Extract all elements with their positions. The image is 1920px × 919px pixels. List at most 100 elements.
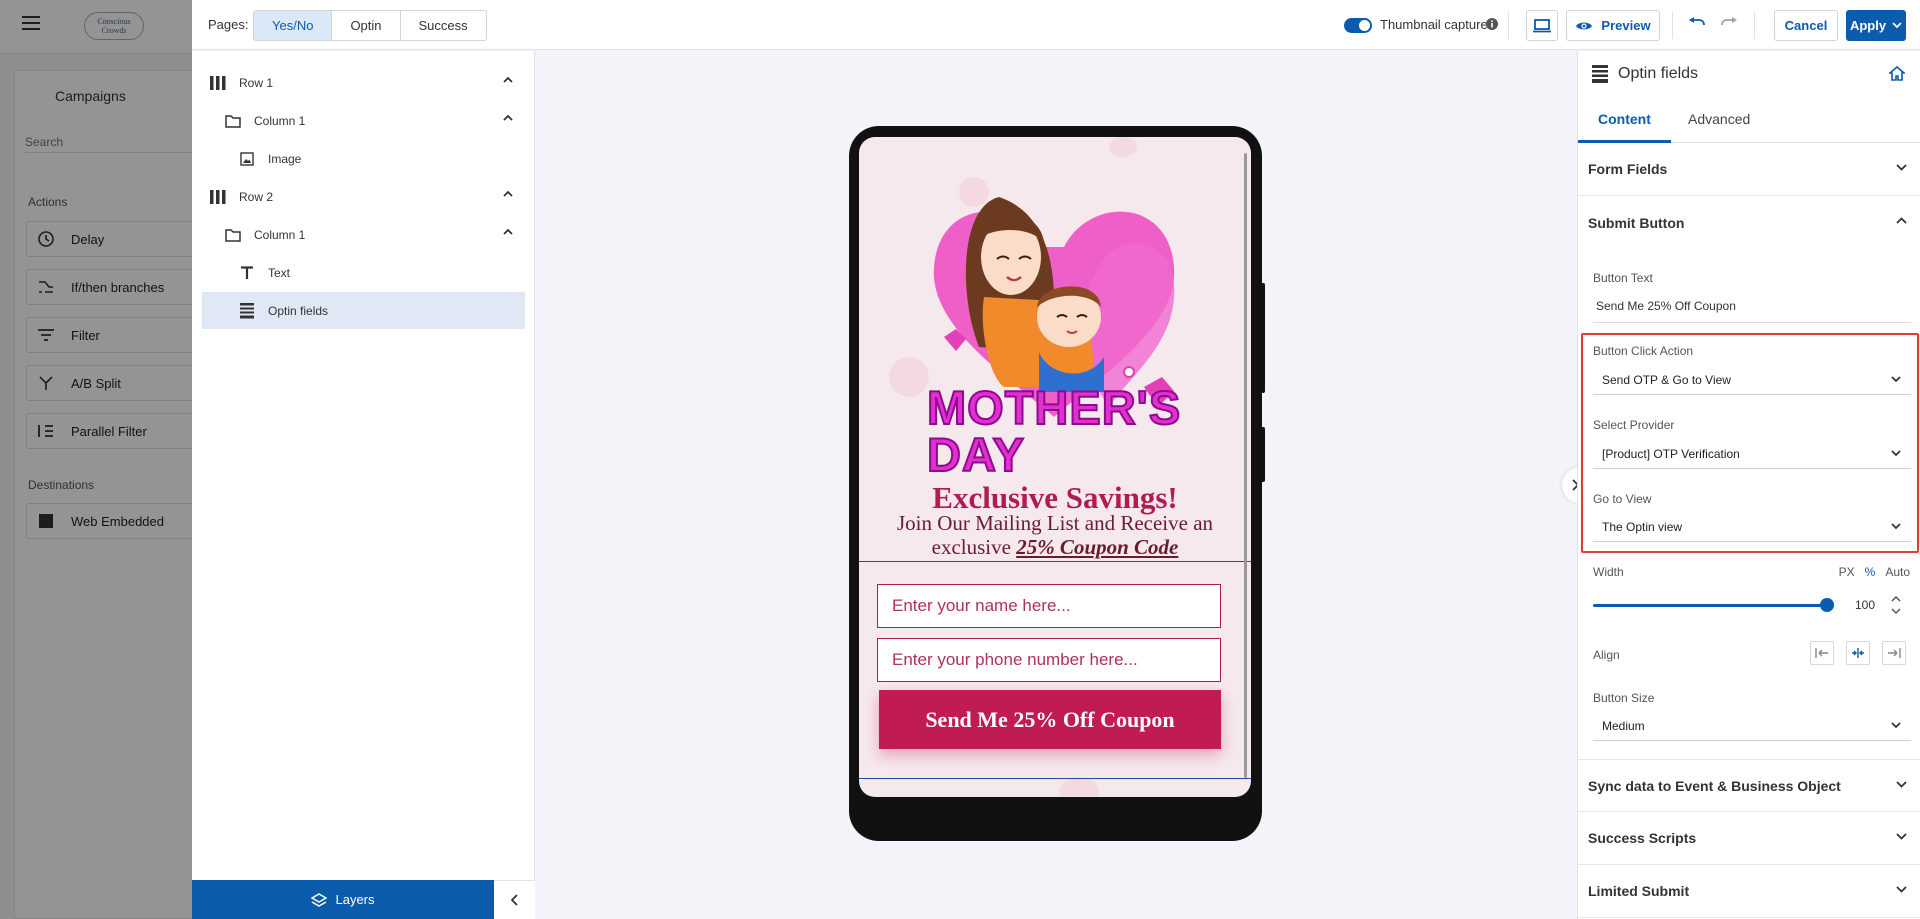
chevron-down-icon — [1891, 722, 1901, 729]
name-input[interactable]: Enter your name here... — [877, 584, 1221, 628]
width-slider-handle[interactable] — [1820, 598, 1834, 612]
form-icon — [238, 302, 256, 320]
section-title: Submit Button — [1588, 214, 1685, 231]
stepper-icon[interactable] — [1891, 594, 1901, 616]
layers-icon — [311, 892, 328, 907]
decor-petal — [1109, 137, 1137, 157]
redo-icon[interactable] — [1720, 17, 1738, 29]
width-slider-track[interactable] — [1593, 604, 1828, 607]
button-size-select[interactable]: Medium — [1593, 711, 1911, 741]
layer-image[interactable]: Image — [202, 140, 525, 177]
subtext: Join Our Mailing List and Receive an exc… — [873, 511, 1237, 559]
folder-icon — [224, 112, 242, 130]
section-title: Limited Submit — [1588, 883, 1690, 899]
unit-auto[interactable]: Auto — [1885, 565, 1910, 579]
chevron-down-icon — [1896, 781, 1907, 788]
divider — [1593, 322, 1911, 323]
layer-text[interactable]: Text — [202, 254, 525, 291]
properties-tabs: Content Advanced — [1578, 96, 1920, 143]
optin-form: Enter your name here... Enter your phone… — [859, 561, 1251, 779]
layer-label: Text — [268, 265, 291, 280]
layer-label: Column 1 — [254, 227, 306, 242]
align-label: Align — [1593, 648, 1620, 662]
apply-button[interactable]: Apply — [1846, 10, 1906, 41]
info-icon[interactable] — [1486, 18, 1498, 30]
section-success-scripts[interactable]: Success Scripts — [1578, 812, 1920, 865]
properties-header: Optin fields — [1578, 51, 1920, 96]
layer-column-1-row-2[interactable]: Column 1 — [202, 216, 525, 253]
thumbnail-capture-toggle[interactable] — [1344, 18, 1372, 33]
folder-icon — [224, 226, 242, 244]
scrollbar[interactable] — [1244, 153, 1247, 778]
home-icon[interactable] — [1889, 66, 1905, 81]
columns-icon — [209, 74, 227, 92]
chevron-down-icon — [1892, 22, 1902, 29]
page-tab-optin[interactable]: Optin — [332, 11, 401, 40]
highlight-box — [1581, 333, 1919, 553]
subtext-emphasis: 25% Coupon Code — [1016, 535, 1179, 559]
layer-column-1[interactable]: Column 1 — [202, 102, 525, 139]
chevron-down-icon — [1896, 886, 1907, 893]
chevron-up-icon[interactable] — [503, 228, 513, 235]
pages-label: Pages: — [208, 17, 249, 32]
columns-icon — [209, 188, 227, 206]
mothers-day-title: MOTHER'S DAY — [926, 383, 1187, 481]
undo-icon[interactable] — [1688, 17, 1706, 29]
layers-label: Layers — [335, 892, 375, 907]
width-units: PX % Auto — [1839, 565, 1910, 579]
section-sync-data[interactable]: Sync data to Event & Business Object — [1578, 759, 1920, 812]
unit-percent[interactable]: % — [1865, 565, 1876, 579]
layer-label: Row 2 — [239, 189, 274, 204]
laptop-icon — [1533, 18, 1551, 33]
tab-advanced[interactable]: Advanced — [1668, 96, 1770, 143]
divider — [1508, 12, 1509, 39]
layer-label: Column 1 — [254, 113, 306, 128]
layer-label: Row 1 — [239, 75, 274, 90]
chevron-up-icon[interactable] — [503, 190, 513, 197]
chevron-up-icon[interactable] — [503, 114, 513, 121]
layers-panel: Row 1 Column 1 Image Row 2 Column 1 Text — [192, 51, 535, 919]
collapse-layers-button[interactable] — [494, 880, 535, 919]
device-toggle-button[interactable] — [1526, 10, 1558, 41]
layer-row-2[interactable]: Row 2 — [202, 178, 525, 215]
width-value-input[interactable]: 100 — [1848, 598, 1882, 612]
button-text-field[interactable]: Send Me 25% Off Coupon — [1596, 299, 1736, 313]
page-tab-success[interactable]: Success — [400, 11, 486, 40]
layers-footer: Layers — [192, 880, 535, 919]
chevron-up-icon[interactable] — [503, 76, 513, 83]
layers-tab-button[interactable]: Layers — [192, 880, 494, 919]
editor-topbar: Pages: Yes/No Optin Success Thumbnail ca… — [192, 0, 1920, 50]
align-left-icon[interactable] — [1810, 641, 1834, 665]
form-icon — [1592, 64, 1608, 83]
layer-label: Image — [268, 151, 302, 166]
submit-coupon-button[interactable]: Send Me 25% Off Coupon — [879, 690, 1221, 749]
preview-label: Preview — [1601, 18, 1651, 33]
phone-screen: MOTHER'S DAY Exclusive Savings! Join Our… — [859, 137, 1251, 797]
tab-content[interactable]: Content — [1578, 96, 1671, 143]
select-value: Medium — [1602, 718, 1645, 733]
width-label: Width — [1593, 565, 1624, 579]
apply-label: Apply — [1849, 18, 1887, 33]
divider — [1672, 12, 1673, 39]
cancel-button[interactable]: Cancel — [1774, 10, 1838, 41]
title-line-2: DAY — [926, 428, 1025, 481]
layer-label: Optin fields — [268, 303, 329, 318]
page-tabs: Yes/No Optin Success — [253, 10, 487, 41]
button-text-label: Button Text — [1593, 271, 1653, 285]
align-center-icon[interactable] — [1846, 641, 1870, 665]
layer-row-1[interactable]: Row 1 — [202, 64, 525, 101]
chevron-up-icon — [1896, 217, 1907, 224]
layer-optin-fields[interactable]: Optin fields — [202, 292, 525, 329]
phone-input[interactable]: Enter your phone number here... — [877, 638, 1221, 682]
preview-button[interactable]: Preview — [1566, 10, 1660, 41]
section-form-fields[interactable]: Form Fields — [1578, 143, 1920, 196]
section-limited-submit[interactable]: Limited Submit — [1578, 865, 1920, 918]
section-submit-button[interactable]: Submit Button — [1578, 196, 1920, 249]
chevron-down-icon — [1896, 833, 1907, 840]
align-right-icon[interactable] — [1882, 641, 1906, 665]
page-tab-yes-no[interactable]: Yes/No — [254, 11, 333, 40]
properties-title: Optin fields — [1618, 64, 1699, 82]
decor-petal — [1059, 777, 1099, 797]
eye-icon — [1575, 20, 1593, 32]
unit-px[interactable]: PX — [1839, 565, 1855, 579]
